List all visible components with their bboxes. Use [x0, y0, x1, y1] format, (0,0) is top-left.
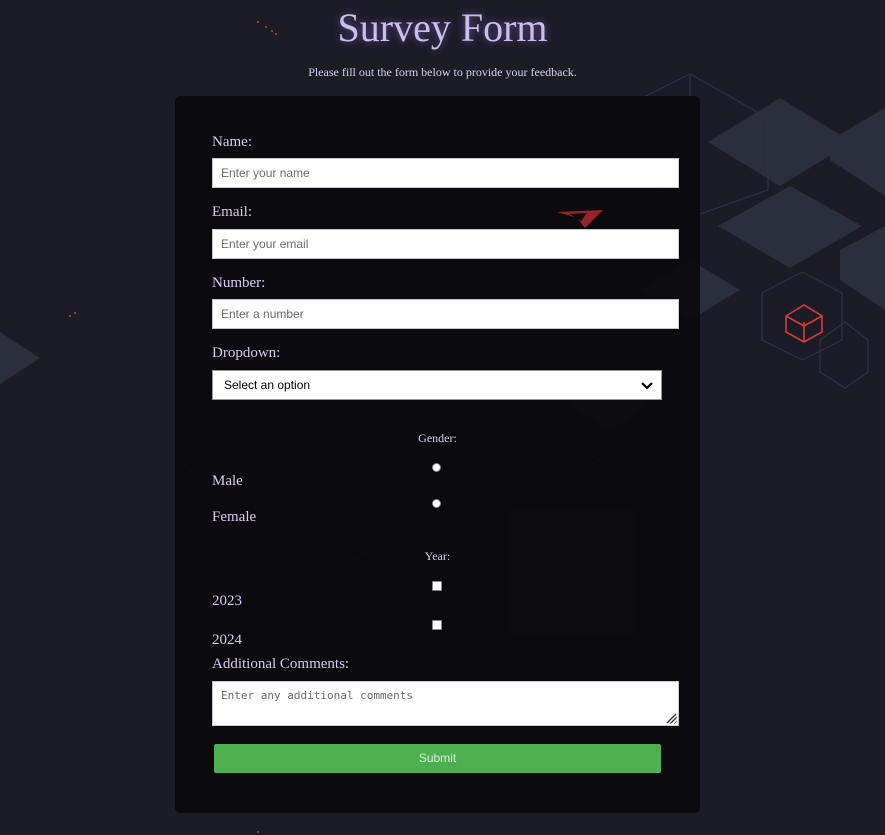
chevron-down-icon	[641, 382, 653, 390]
year-2023-checkbox[interactable]	[432, 581, 442, 591]
name-input[interactable]	[212, 158, 679, 188]
gender-male-label: Male	[212, 473, 243, 489]
email-input[interactable]	[212, 229, 679, 259]
name-label: Name:	[212, 134, 252, 150]
year-2023-label: 2023	[212, 593, 242, 609]
submit-button[interactable]: Submit	[214, 744, 661, 773]
year-2024-checkbox[interactable]	[432, 620, 442, 630]
dropdown-label: Dropdown:	[212, 345, 281, 361]
gender-female-label: Female	[212, 509, 257, 525]
gender-male-radio[interactable]	[432, 463, 441, 472]
gender-label: Gender:	[418, 431, 457, 445]
number-label: Number:	[212, 275, 266, 291]
survey-form: Name: Email: Number: Dropdown: Select an…	[175, 96, 700, 813]
year-label: Year:	[424, 549, 451, 563]
red-logo-mark	[557, 210, 603, 228]
email-label: Email:	[212, 204, 252, 220]
year-2024-label: 2024	[212, 632, 242, 648]
comments-label: Additional Comments:	[212, 656, 350, 672]
page-title: Survey Form	[337, 5, 548, 50]
gender-female-radio[interactable]	[432, 499, 441, 508]
resize-grip-icon[interactable]	[664, 711, 677, 724]
dropdown-selected-value: Select an option	[224, 378, 311, 392]
dropdown-select[interactable]: Select an option	[212, 370, 662, 400]
number-input[interactable]	[212, 299, 679, 329]
comments-textarea[interactable]	[212, 681, 679, 726]
page-description: Please fill out the form below to provid…	[308, 65, 577, 79]
